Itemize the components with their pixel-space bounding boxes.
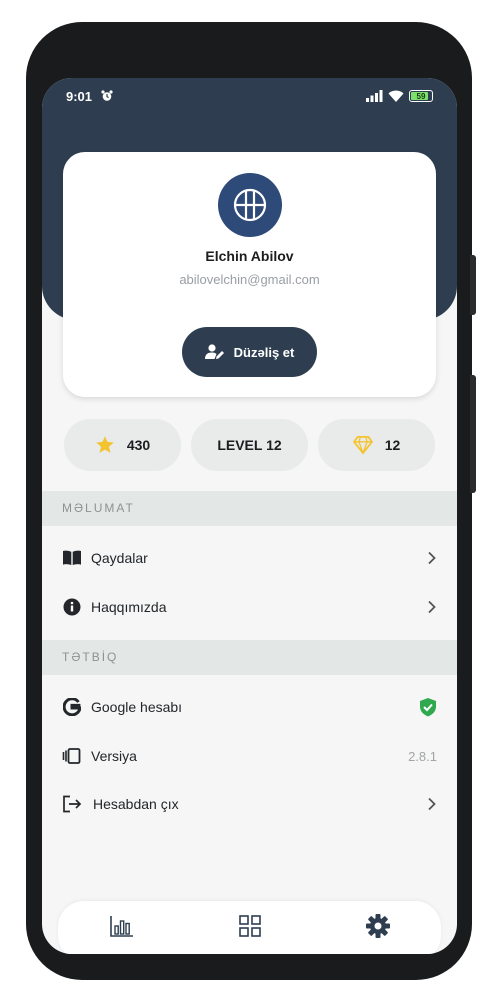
bar-chart-icon <box>110 916 133 937</box>
edit-profile-button[interactable]: Düzəliş et <box>182 327 317 377</box>
bottom-navigation <box>58 901 441 954</box>
power-button <box>470 375 476 493</box>
battery-icon: 59 <box>409 90 433 102</box>
level-value: LEVEL 12 <box>217 437 282 453</box>
alarm-icon <box>101 90 113 101</box>
battery-level: 59 <box>416 91 426 101</box>
app-screen: 9:01 59 Elchin Abilov abilovelchin@gmail… <box>42 78 457 954</box>
diamonds-value: 12 <box>384 437 401 453</box>
wifi-icon <box>388 90 404 102</box>
signal-icon <box>366 90 383 102</box>
edit-profile-label: Düzəliş et <box>233 344 295 360</box>
info-icon <box>62 597 82 617</box>
settings-gear-icon <box>366 914 390 938</box>
profile-email: abilovelchin@gmail.com <box>179 272 320 287</box>
profile-card: Elchin Abilov abilovelchin@gmail.com Düz… <box>63 152 436 397</box>
star-icon <box>96 436 114 453</box>
menu-item-google-account[interactable]: Google hesabı <box>42 683 457 731</box>
chevron-right-icon <box>427 797 437 811</box>
menu-item-about-label: Haqqımızda <box>91 599 167 615</box>
logout-icon <box>62 794 82 814</box>
menu-item-version: Versiya 2.8.1 <box>42 732 457 780</box>
stat-points[interactable]: 430 <box>64 419 181 471</box>
diamond-icon <box>352 436 373 454</box>
menu-item-rules-label: Qaydalar <box>91 550 148 566</box>
book-icon <box>62 548 82 568</box>
stat-level[interactable]: LEVEL 12 <box>191 419 308 471</box>
avatar[interactable] <box>218 173 282 237</box>
user-edit-icon <box>204 344 224 359</box>
volume-button <box>470 255 476 315</box>
chevron-right-icon <box>427 600 437 614</box>
status-icons: 59 <box>366 90 433 102</box>
version-value: 2.8.1 <box>408 748 437 764</box>
menu-item-about[interactable]: Haqqımızda <box>42 583 457 631</box>
section-app-header: TƏTBİQ <box>42 640 457 675</box>
nav-statistics[interactable] <box>109 913 135 939</box>
points-value: 430 <box>126 437 151 453</box>
menu-item-logout[interactable]: Hesabdan çıx <box>42 780 457 828</box>
status-bar: 9:01 59 <box>42 78 457 118</box>
nav-categories[interactable] <box>237 913 263 939</box>
grid-icon <box>239 915 261 937</box>
google-icon <box>62 697 82 717</box>
chevron-right-icon <box>427 551 437 565</box>
nav-settings[interactable] <box>365 913 391 939</box>
status-time: 9:01 <box>66 89 93 104</box>
menu-item-google-label: Google hesabı <box>91 699 183 715</box>
menu-item-logout-label: Hesabdan çıx <box>93 796 179 812</box>
profile-name: Elchin Abilov <box>205 248 294 264</box>
menu-item-version-label: Versiya <box>91 748 137 764</box>
menu-item-rules[interactable]: Qaydalar <box>42 534 457 582</box>
section-info-header: MƏLUMAT <box>42 491 457 526</box>
shield-check-icon <box>419 697 437 717</box>
logo-icon <box>233 188 267 222</box>
vibrate-icon <box>62 746 82 766</box>
stat-diamonds[interactable]: 12 <box>318 419 435 471</box>
